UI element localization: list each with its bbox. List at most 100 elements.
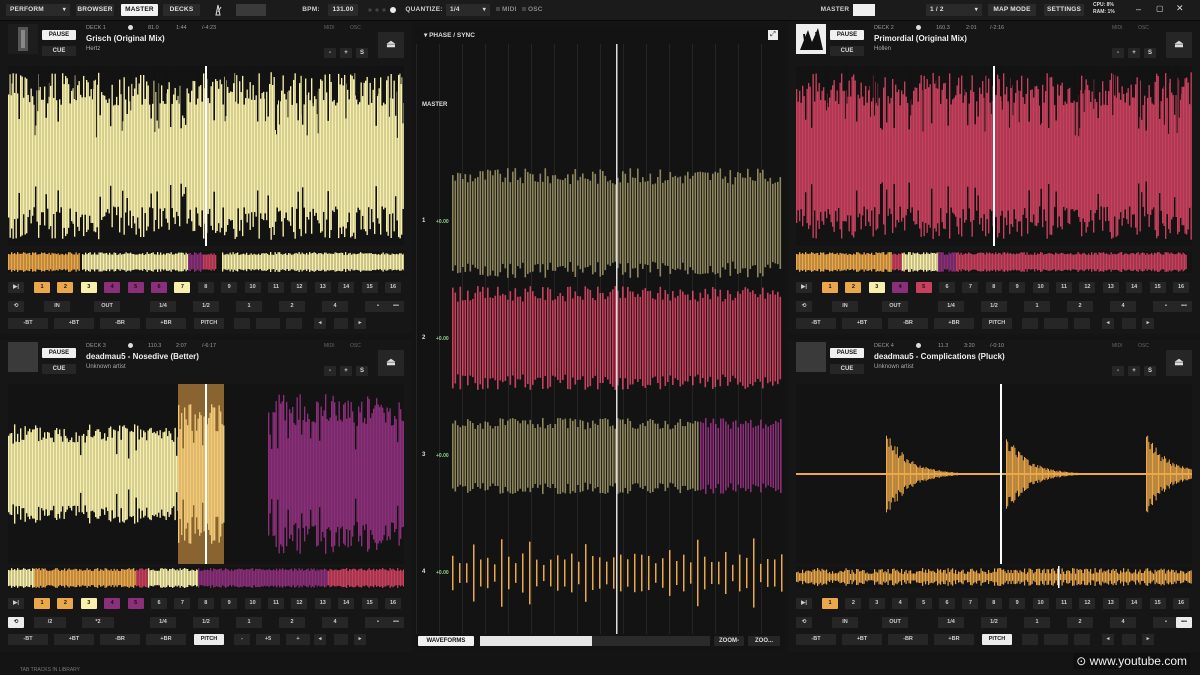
master-volume-slider[interactable] (853, 4, 875, 16)
loop-icon[interactable]: ⟲ (796, 301, 812, 312)
hotcue-13[interactable]: 13 (1103, 282, 1119, 293)
hotcue-13[interactable]: 13 (1103, 598, 1119, 609)
pause-button[interactable]: PAUSE (830, 348, 864, 358)
nudge-center[interactable] (334, 634, 348, 645)
hotcue-12[interactable]: 12 (291, 282, 307, 293)
quantize-select[interactable]: 1/4 ▾ (446, 4, 490, 16)
hotcue-10[interactable]: 10 (1033, 282, 1049, 293)
sync-s-button[interactable]: S (356, 48, 368, 58)
hotcue-14[interactable]: 14 (1126, 282, 1142, 293)
pitch-slider-right[interactable] (1074, 634, 1090, 645)
pitch-button[interactable]: PITCH (194, 634, 224, 645)
hotcue-7[interactable]: 7 (174, 598, 190, 609)
pitch-minus-button[interactable]: - (234, 634, 250, 645)
eject-icon[interactable]: ⏏ (378, 350, 404, 376)
hotcue-7[interactable]: 7 (962, 598, 978, 609)
zoom-slider-handle[interactable] (480, 636, 592, 646)
cue-button[interactable]: CUE (830, 46, 864, 56)
hotcue-9[interactable]: 9 (221, 282, 237, 293)
hotcue-9[interactable]: 9 (1009, 282, 1025, 293)
pitch-button[interactable]: PITCH (982, 318, 1012, 329)
hotcue-5[interactable]: 5 (916, 282, 932, 293)
hotcue-2[interactable]: 2 (845, 282, 861, 293)
hotcue-2[interactable]: 2 (57, 282, 73, 293)
hotcue-15[interactable]: 15 (362, 598, 378, 609)
loop-size-3[interactable]: 1 (236, 617, 262, 628)
track-overview[interactable] (8, 567, 404, 589)
zoom-out-button[interactable]: ZOOM- (714, 636, 744, 646)
hotcue-4[interactable]: 4 (104, 282, 120, 293)
maximize-icon[interactable]: ▢ (1156, 4, 1164, 13)
loop-size-5[interactable]: 4 (322, 617, 348, 628)
hotcue-7[interactable]: 7 (174, 282, 190, 293)
pitch-value[interactable] (1044, 318, 1068, 329)
midi-toggle[interactable]: MIDI (496, 4, 518, 16)
loop-out-button[interactable]: OUT (94, 301, 120, 312)
pitch-slider-right[interactable] (286, 318, 302, 329)
pitch-minus-button[interactable]: - (324, 48, 336, 58)
zoom-slider[interactable] (480, 636, 710, 646)
waveform-main[interactable] (8, 384, 404, 564)
loop-size-4[interactable]: 2 (279, 301, 305, 312)
pitch-plus-button[interactable]: + (340, 366, 352, 376)
hotcue-12[interactable]: 12 (1079, 282, 1095, 293)
hotcue-5[interactable]: 5 (128, 282, 144, 293)
pitch-step-value[interactable]: +5 (256, 634, 280, 645)
loop-in-button[interactable]: IN (832, 617, 858, 628)
hotcue-8[interactable]: 8 (986, 282, 1002, 293)
pitch-plus-button[interactable]: + (286, 634, 310, 645)
beatjump-back-button[interactable]: -BT (796, 634, 836, 645)
track-overview[interactable] (8, 251, 404, 273)
hotcue-13[interactable]: 13 (315, 282, 331, 293)
pitch-button[interactable]: PITCH (982, 634, 1012, 645)
nudge-left-icon[interactable]: ◂ (1102, 634, 1114, 645)
hotcue-12[interactable]: 12 (1079, 598, 1095, 609)
loop-size-5[interactable]: 4 (1110, 617, 1136, 628)
hotcue-6[interactable]: 6 (939, 598, 955, 609)
pitch-plus-button[interactable]: + (1128, 366, 1140, 376)
decks-view-button[interactable]: DECKS (163, 4, 200, 16)
play-from-start-icon[interactable]: ▶| (8, 598, 24, 609)
beatjump-back-button[interactable]: -BT (796, 318, 836, 329)
nudge-left-icon[interactable]: ◂ (1102, 318, 1114, 329)
pitch-value[interactable] (256, 318, 280, 329)
hotcue-10[interactable]: 10 (1033, 598, 1049, 609)
nudge-right-icon[interactable]: ▸ (354, 634, 366, 645)
track-overview[interactable] (796, 566, 1192, 588)
hotcue-11[interactable]: 11 (268, 282, 284, 293)
beatjump-back-button[interactable]: -BT (8, 634, 48, 645)
loop-half-button[interactable]: /2 (34, 617, 66, 628)
beatroll-back-button[interactable]: -BR (888, 318, 928, 329)
loop-size-3[interactable]: 1 (1024, 617, 1050, 628)
more-options-button[interactable]: ••• (1176, 617, 1192, 628)
loop-double-button[interactable]: *2 (82, 617, 114, 628)
pitch-minus-button[interactable]: - (1112, 366, 1124, 376)
loop-size-3[interactable]: 1 (1024, 301, 1050, 312)
bpm-tap-field[interactable] (236, 4, 266, 16)
pitch-slider-left[interactable] (234, 318, 250, 329)
hotcue-4[interactable]: 4 (892, 282, 908, 293)
nudge-right-icon[interactable]: ▸ (1142, 318, 1154, 329)
browser-button[interactable]: BROWSER (76, 4, 114, 16)
hotcue-5[interactable]: 5 (128, 598, 144, 609)
hotcue-16[interactable]: 16 (385, 282, 401, 293)
loop-size-4[interactable]: 2 (1067, 301, 1093, 312)
cue-button[interactable]: CUE (42, 364, 76, 374)
pause-button[interactable]: PAUSE (830, 30, 864, 40)
hotcue-7[interactable]: 7 (962, 282, 978, 293)
eject-icon[interactable]: ⏏ (1166, 350, 1192, 376)
hotcue-8[interactable]: 8 (198, 598, 214, 609)
nudge-center[interactable] (1122, 634, 1136, 645)
beatjump-back-button[interactable]: -BT (8, 318, 48, 329)
hotcue-1[interactable]: 1 (34, 598, 50, 609)
hotcue-8[interactable]: 8 (986, 598, 1002, 609)
pitch-value[interactable] (1044, 634, 1068, 645)
loop-size-2[interactable]: 1/2 (193, 617, 219, 628)
bpm-value[interactable]: 131.00 (328, 4, 358, 16)
beatroll-forward-button[interactable]: +BR (146, 318, 186, 329)
layout-select[interactable]: 1 / 2 ▾ (926, 4, 982, 16)
loop-in-button[interactable]: IN (832, 301, 858, 312)
mode-select[interactable]: PERFORM ▾ (6, 4, 70, 16)
loop-size-1[interactable]: 1/4 (150, 617, 176, 628)
loop-size-1[interactable]: 1/4 (150, 301, 176, 312)
